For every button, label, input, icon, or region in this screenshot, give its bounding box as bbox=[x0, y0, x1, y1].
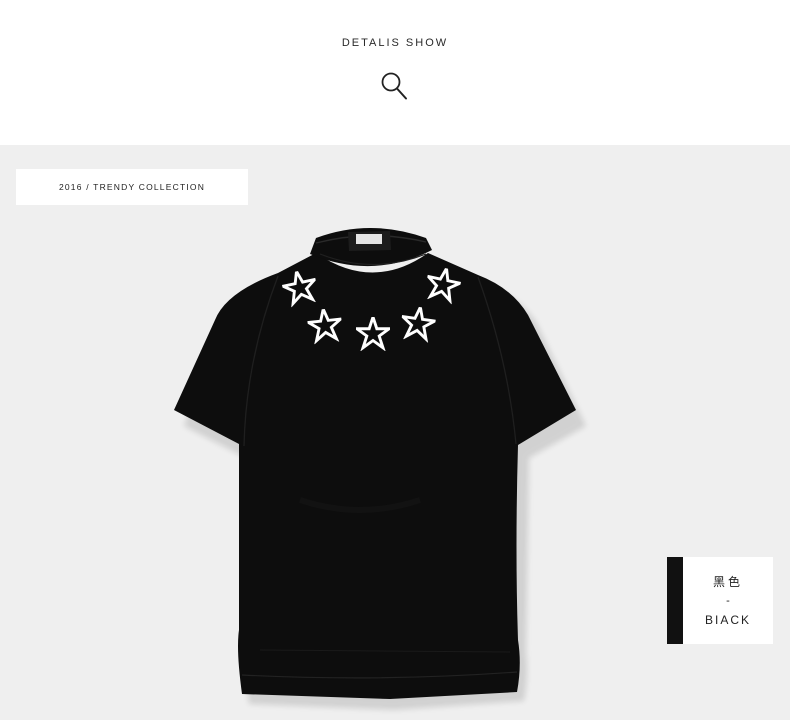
color-swatch bbox=[667, 557, 683, 644]
color-separator: - bbox=[726, 594, 730, 607]
color-tag: 黑色 - BIACK bbox=[667, 557, 773, 644]
product-detail-page: DETALIS SHOW 2016 / TRENDY COLLECTION 黑色… bbox=[0, 0, 790, 720]
color-label: 黑色 - BIACK bbox=[683, 557, 773, 644]
search-icon[interactable] bbox=[380, 70, 410, 102]
product-photo: 2016 / TRENDY COLLECTION 黑色 - BIACK bbox=[0, 145, 790, 720]
tshirt-image bbox=[160, 220, 590, 720]
color-name-cn: 黑色 bbox=[712, 574, 743, 589]
details-header: DETALIS SHOW bbox=[0, 0, 790, 145]
details-title: DETALIS SHOW bbox=[341, 37, 449, 49]
collection-label-text: 2016 / TRENDY COLLECTION bbox=[58, 182, 206, 192]
color-name-en: BIACK bbox=[704, 612, 751, 627]
collection-label: 2016 / TRENDY COLLECTION bbox=[16, 169, 248, 205]
